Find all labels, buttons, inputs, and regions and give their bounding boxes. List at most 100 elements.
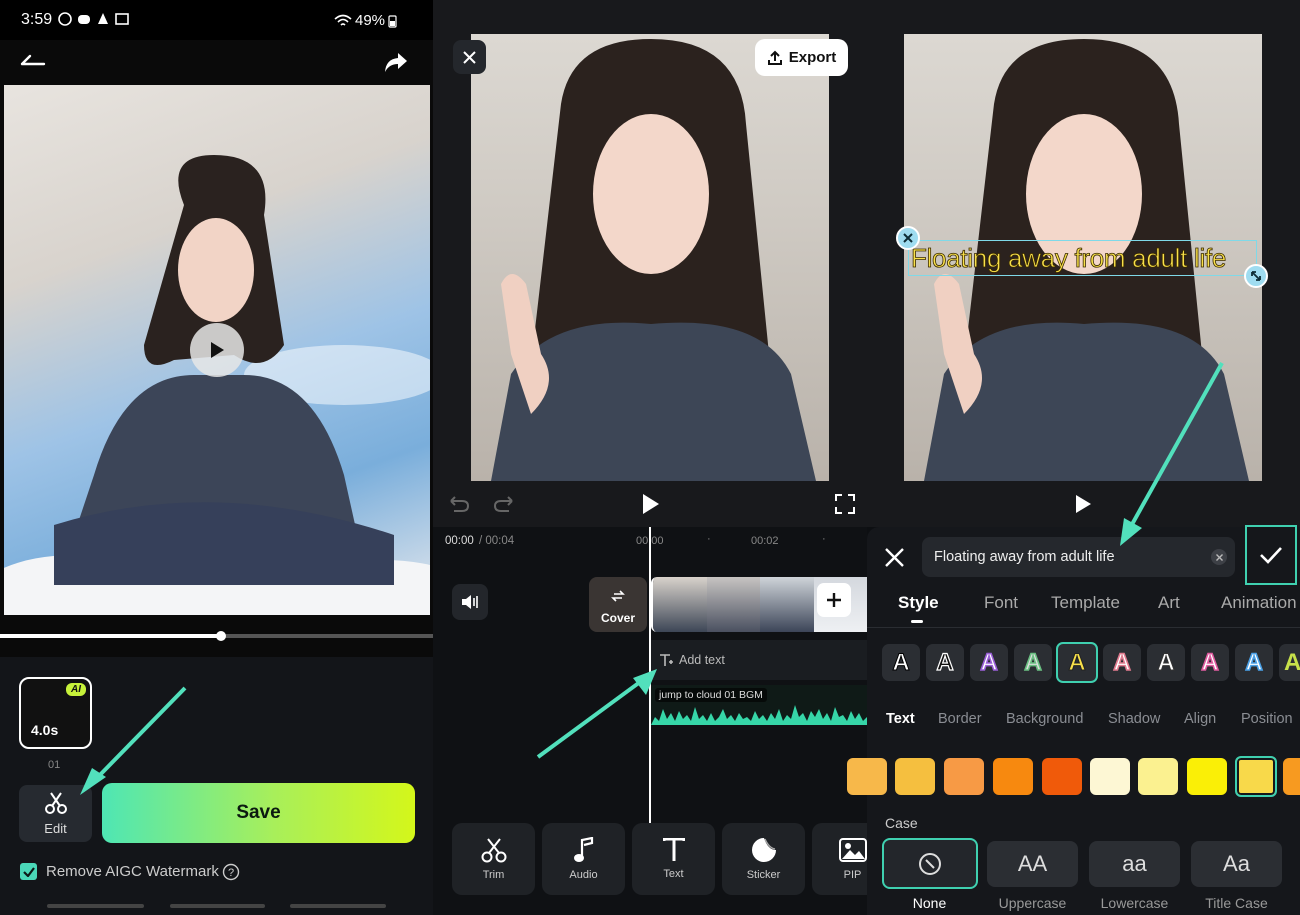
help-icon[interactable]: ? (222, 863, 240, 881)
case-none-button[interactable] (882, 838, 978, 889)
nav-bar-right (290, 904, 386, 908)
style-swatch[interactable]: A (926, 644, 964, 681)
whatsapp-icon (58, 12, 72, 26)
remove-text-button[interactable] (896, 226, 920, 250)
play-icon[interactable] (1074, 494, 1092, 514)
color-swatch[interactable] (1138, 758, 1178, 795)
time-total: / 00:04 (479, 535, 515, 547)
status-time: 3:59 (21, 11, 53, 28)
subtab-border[interactable]: Border (938, 711, 982, 727)
preview-area: Export (433, 0, 867, 527)
tool-label: Trim (482, 869, 505, 881)
color-swatch[interactable] (993, 758, 1033, 795)
play-button[interactable] (190, 323, 244, 377)
style-swatch[interactable]: A (1191, 644, 1229, 681)
clear-input-button[interactable] (1211, 549, 1227, 565)
text-input[interactable]: Floating away from adult life (922, 537, 1235, 577)
text-overlay-box[interactable]: Floating away from adult life (908, 240, 1257, 276)
cover-label: Cover (600, 611, 635, 625)
volume-icon (462, 595, 478, 609)
resize-handle[interactable] (1244, 264, 1268, 288)
tab-font[interactable]: Font (984, 593, 1018, 613)
tool-label: PIP (843, 869, 862, 881)
close-icon (463, 50, 476, 64)
style-swatch[interactable]: A (970, 644, 1008, 681)
color-swatch[interactable] (1187, 758, 1227, 795)
style-swatch[interactable]: A (1235, 644, 1273, 681)
color-swatch[interactable] (1090, 758, 1130, 795)
subtab-shadow[interactable]: Shadow (1108, 711, 1160, 727)
close-icon[interactable] (885, 548, 904, 567)
tool-audio[interactable]: Audio (542, 823, 625, 895)
export-label: Export (788, 49, 837, 66)
edit-label: Edit (44, 821, 67, 836)
redo-icon[interactable] (493, 494, 515, 514)
mute-button[interactable] (452, 584, 488, 620)
close-button[interactable] (453, 40, 486, 74)
share-icon[interactable] (383, 50, 409, 74)
playback-progress-bar[interactable] (0, 631, 433, 641)
confirm-button[interactable] (1245, 525, 1297, 585)
preview-area: Floating away from adult life (867, 0, 1300, 527)
color-swatch[interactable] (944, 758, 984, 795)
resize-icon (1251, 271, 1261, 281)
playhead[interactable] (649, 527, 651, 823)
subtab-position[interactable]: Position (1241, 711, 1293, 727)
style-swatch[interactable]: A (1103, 644, 1141, 681)
subtab-text[interactable]: Text (886, 711, 915, 727)
color-swatch[interactable] (1042, 758, 1082, 795)
color-swatch[interactable] (847, 758, 887, 795)
text-add-icon (660, 654, 673, 666)
case-lowercase-button[interactable]: aa (1089, 841, 1180, 887)
video-frame[interactable] (471, 34, 829, 481)
battery-percent: 49% (355, 12, 386, 29)
add-text-track[interactable]: Add text (651, 640, 867, 680)
ruler-dot: · (707, 533, 711, 545)
color-swatch-selected[interactable] (1235, 756, 1277, 797)
wifi-icon (334, 14, 352, 26)
remove-watermark-checkbox[interactable] (20, 863, 37, 880)
tab-animation[interactable]: Animation (1221, 593, 1300, 613)
back-icon[interactable] (20, 52, 46, 70)
editor-left-panel: 3:59 49% AI 4.0s 01 Edit Save Remove AIG… (0, 0, 433, 915)
style-swatch-selected[interactable]: A (1056, 642, 1098, 683)
style-swatch[interactable]: A (1014, 644, 1052, 681)
case-titlecase-button[interactable]: Aa (1191, 841, 1282, 887)
check-icon (1260, 547, 1282, 564)
style-swatch[interactable]: A (1147, 644, 1185, 681)
overlay-text: Floating away from adult life (911, 243, 1227, 274)
tool-trim[interactable]: Trim (452, 823, 535, 895)
color-swatch[interactable] (1283, 758, 1300, 795)
nav-bar-home (170, 904, 265, 908)
style-swatch[interactable]: A (1279, 644, 1300, 681)
tool-pip[interactable]: PIP (812, 823, 867, 895)
undo-icon[interactable] (448, 494, 470, 514)
scissors-icon (481, 838, 506, 863)
clear-icon (1215, 553, 1223, 561)
style-swatch[interactable]: A (882, 644, 920, 681)
audio-track[interactable]: jump to cloud 01 BGM (651, 685, 867, 725)
case-uppercase-button[interactable]: AA (987, 841, 1078, 887)
edit-button[interactable]: Edit (19, 785, 92, 842)
tab-art[interactable]: Art (1158, 593, 1180, 613)
subtab-align[interactable]: Align (1184, 711, 1216, 727)
fullscreen-icon[interactable] (835, 494, 855, 514)
notification-icons (58, 12, 129, 26)
tab-style[interactable]: Style (898, 593, 939, 613)
subtab-background[interactable]: Background (1006, 711, 1083, 727)
svg-text:?: ? (228, 867, 234, 879)
text-input-value: Floating away from adult life (934, 549, 1115, 565)
upload-icon (767, 50, 782, 65)
play-icon[interactable] (640, 493, 660, 515)
tab-template[interactable]: Template (1051, 593, 1120, 613)
clip-thumbnail[interactable]: AI 4.0s (19, 677, 92, 749)
cover-thumbnail[interactable]: Cover (589, 577, 647, 632)
color-swatch[interactable] (895, 758, 935, 795)
save-button[interactable]: Save (102, 783, 415, 843)
tool-sticker[interactable]: Sticker (722, 823, 805, 895)
tool-text[interactable]: Text (632, 823, 715, 895)
video-preview[interactable] (4, 85, 430, 615)
export-button[interactable]: Export (755, 39, 848, 76)
swap-icon (611, 590, 625, 602)
add-clip-button[interactable] (817, 583, 851, 617)
